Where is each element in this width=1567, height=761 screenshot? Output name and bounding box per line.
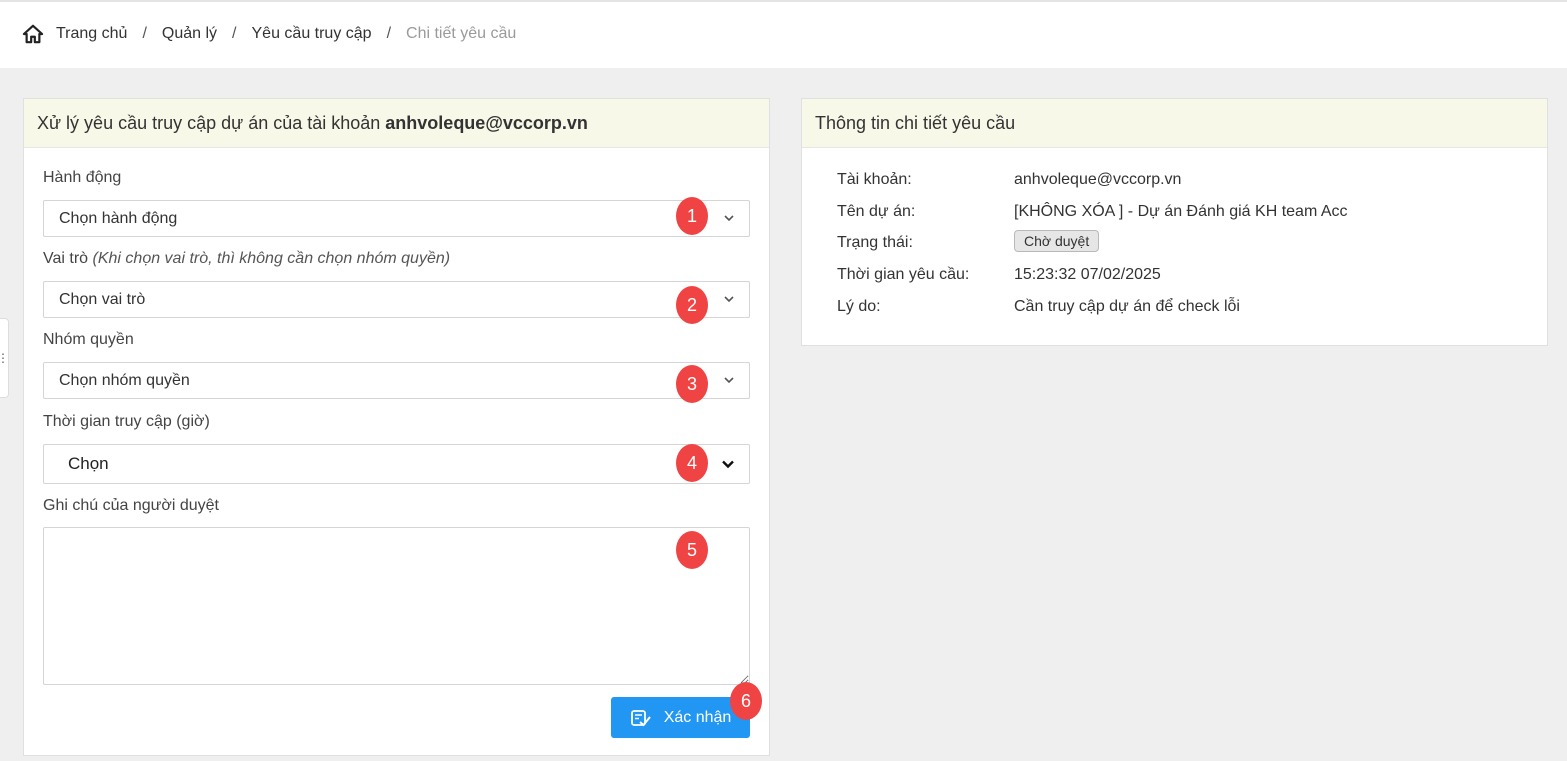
chevron-down-icon	[724, 215, 734, 222]
action-select[interactable]: Chọn hành động	[43, 200, 750, 237]
role-label: Vai trò (Khi chọn vai trò, thì không cần…	[43, 250, 450, 268]
home-icon[interactable]	[22, 24, 44, 44]
detail-value: [KHÔNG XÓA ] - Dự án Đánh giá KH team Ac…	[1014, 203, 1348, 220]
breadcrumb-home[interactable]: Trang chủ	[56, 25, 127, 43]
annotation-marker-3: 3	[676, 365, 708, 403]
note-label: Ghi chú của người duyệt	[43, 497, 219, 514]
permission-group-select[interactable]: Chọn nhóm quyền	[43, 362, 750, 399]
top-bar: Trang chủ / Quản lý / Yêu cầu truy cập /…	[0, 0, 1567, 68]
breadcrumb-current: Chi tiết yêu cầu	[406, 25, 517, 42]
panel-title-text: Xử lý yêu cầu truy cập dự án của tài kho…	[37, 112, 381, 133]
chevron-down-icon	[724, 296, 734, 303]
detail-row-status: Trạng thái: Chờ duyệt	[837, 230, 1100, 256]
breadcrumb-access-requests[interactable]: Yêu cầu truy cập	[252, 25, 372, 43]
breadcrumb-separator: /	[142, 25, 147, 42]
confirm-button-label: Xác nhận	[663, 708, 732, 726]
detail-key: Tên dự án:	[837, 203, 916, 220]
action-select-value: Chọn hành động	[59, 209, 178, 227]
annotation-marker-5: 5	[676, 531, 708, 569]
panel-title: Xử lý yêu cầu truy cập dự án của tài kho…	[24, 99, 769, 148]
action-label: Hành động	[43, 169, 122, 186]
permission-group-select-value: Chọn nhóm quyền	[59, 371, 190, 389]
breadcrumb: Trang chủ / Quản lý / Yêu cầu truy cập /…	[22, 24, 516, 44]
panel-title-account: anhvoleque@vccorp.vn	[385, 112, 588, 133]
annotation-marker-4: 4	[676, 444, 708, 482]
role-label-text: Vai trò	[43, 250, 89, 267]
detail-panel-title: Thông tin chi tiết yêu cầu	[802, 99, 1547, 148]
annotation-marker-2: 2	[676, 286, 708, 324]
status-badge: Chờ duyệt	[1014, 230, 1100, 252]
breadcrumb-separator: /	[386, 25, 392, 42]
role-hint: (Khi chọn vai trò, thì không cần chọn nh…	[92, 250, 451, 267]
access-time-label: Thời gian truy cập (giờ)	[43, 413, 210, 430]
detail-value: Cần truy cập dự án để check lỗi	[1014, 298, 1240, 315]
annotation-marker-6: 6	[730, 682, 762, 720]
detail-key: Trạng thái:	[837, 234, 913, 251]
detail-value: anhvoleque@vccorp.vn	[1014, 171, 1182, 188]
detail-key: Tài khoản:	[837, 171, 912, 188]
request-detail-panel: Thông tin chi tiết yêu cầu Tài khoản: an…	[801, 98, 1548, 346]
sidebar-toggle[interactable]: ⋮	[0, 318, 9, 398]
chevron-down-icon	[724, 377, 734, 384]
detail-row-account: Tài khoản: anhvoleque@vccorp.vn	[837, 171, 1181, 189]
detail-row-project: Tên dự án: [KHÔNG XÓA ] - Dự án Đánh giá…	[837, 203, 1348, 221]
annotation-marker-1: 1	[676, 197, 708, 235]
breadcrumb-separator: /	[232, 25, 237, 42]
detail-row-request-time: Thời gian yêu cầu: 15:23:32 07/02/2025	[837, 266, 1161, 284]
dots-icon: ⋮	[0, 351, 9, 365]
confirm-icon	[630, 709, 651, 726]
detail-value: 15:23:32 07/02/2025	[1014, 266, 1161, 283]
role-select[interactable]: Chọn vai trò	[43, 281, 750, 318]
breadcrumb-manage[interactable]: Quản lý	[162, 25, 217, 43]
approver-note-textarea[interactable]	[43, 527, 750, 685]
chevron-down-icon	[722, 460, 734, 469]
detail-key: Thời gian yêu cầu:	[837, 266, 970, 283]
detail-row-reason: Lý do: Cần truy cập dự án để check lỗi	[837, 298, 1240, 316]
permission-group-label: Nhóm quyền	[43, 331, 134, 348]
request-processing-panel: Xử lý yêu cầu truy cập dự án của tài kho…	[23, 98, 770, 756]
access-time-select-value: Chọn	[68, 454, 109, 473]
role-select-value: Chọn vai trò	[59, 290, 146, 308]
detail-key: Lý do:	[837, 298, 881, 315]
access-time-select[interactable]: Chọn	[43, 444, 750, 484]
